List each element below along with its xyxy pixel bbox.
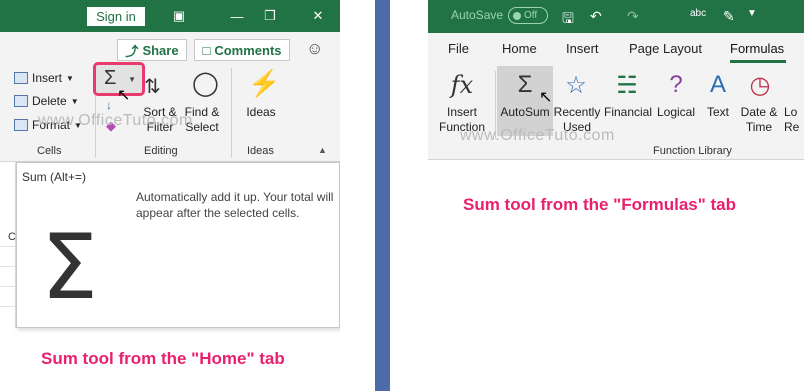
star-book-icon: ☆ <box>565 72 587 99</box>
comments-button[interactable]: □ Comments <box>194 39 290 61</box>
comment-icon: □ <box>202 42 211 58</box>
autosave-toggle[interactable]: Off <box>508 7 548 24</box>
share-label: Share <box>142 42 179 58</box>
question-book-icon: ? <box>669 71 683 98</box>
coins-icon: ☵ <box>616 72 638 99</box>
formulas-ribbon: fx Insert Function Σ ↖ AutoSum ☆ Recentl… <box>428 63 804 160</box>
clock-book-icon: ◷ <box>749 72 771 99</box>
worksheet-grid[interactable]: C <box>0 162 16 328</box>
grid-line <box>0 266 16 267</box>
autosum-label: AutoSum <box>500 105 550 119</box>
large-sigma-icon: Σ <box>41 215 98 320</box>
title-bar: AutoSave Off 🖫 ↶ ↷ abc ✎ ▼ <box>428 0 804 33</box>
date-time-button[interactable]: Date & Time <box>736 105 782 135</box>
save-icon[interactable]: 🖫 <box>562 8 574 32</box>
text-button[interactable]: Text <box>702 105 734 120</box>
magnifier-icon: ◯ <box>192 70 219 97</box>
tab-formulas[interactable]: Formulas <box>730 41 784 56</box>
chevron-down-icon[interactable]: ▼ <box>128 75 136 84</box>
mouse-cursor-icon: ↖ <box>117 87 131 104</box>
redo-icon[interactable]: ↷ <box>627 8 639 25</box>
share-button[interactable]: ⤴ Share <box>117 39 187 61</box>
grid-line <box>0 286 16 287</box>
feedback-smiley-icon[interactable]: ☺ <box>306 39 323 59</box>
undo-icon[interactable]: ↶ <box>590 8 602 25</box>
ideas-button[interactable]: Ideas <box>242 105 280 120</box>
toggle-knob <box>513 11 521 20</box>
grid-line <box>0 246 16 247</box>
sigma-icon: Σ <box>104 67 117 89</box>
column-header: C <box>8 231 16 243</box>
sign-in-button[interactable]: Sign in <box>87 7 145 26</box>
cells-group-label: Cells <box>37 145 62 157</box>
function-library-group-label: Function Library <box>653 145 732 157</box>
minimize-icon[interactable]: — <box>227 6 247 26</box>
comments-label: Comments <box>214 42 282 58</box>
home-tab-screenshot: Sign in ▣ — ❐ ✕ ⤴ Share □ Comments ☺ Ins… <box>0 0 340 391</box>
tooltip-title: Sum (Alt+=) <box>22 170 87 184</box>
home-ribbon: ⤴ Share □ Comments ☺ Insert ▼ Delete ▼ F… <box>0 32 340 162</box>
restore-icon[interactable]: ❐ <box>260 6 280 26</box>
watermark: www.OfficeTuto.com <box>460 127 615 144</box>
autosave-label: AutoSave <box>451 8 504 22</box>
sort-filter-icon: ⇅ <box>144 76 161 98</box>
chevron-down-icon: ▼ <box>66 73 74 83</box>
chevron-down-icon: ▼ <box>70 96 79 106</box>
sigma-icon: Σ <box>517 71 533 98</box>
mouse-cursor-icon: ↖ <box>539 89 553 106</box>
editing-group-label: Editing <box>144 145 178 157</box>
insert-cells-icon <box>14 72 28 84</box>
format-cells-icon <box>14 119 28 131</box>
tooltip-description: Automatically add it up. Your total will… <box>136 190 334 220</box>
delete-cells-button[interactable]: Delete ▼ <box>14 94 79 108</box>
financial-button[interactable]: Financial <box>601 105 655 120</box>
fill-icon[interactable]: ↓ <box>106 98 112 112</box>
fx-icon: fx <box>450 71 474 99</box>
home-tab-caption: Sum tool from the "Home" tab <box>41 349 285 368</box>
share-icon: ⤴ <box>125 43 139 59</box>
panel-divider <box>375 0 390 391</box>
formulas-tab-caption: Sum tool from the "Formulas" tab <box>463 195 737 214</box>
autosum-tooltip: Sum (Alt+=) Automatically add it up. You… <box>16 162 340 328</box>
watermark: www.OfficeTuto.com <box>38 112 193 129</box>
insert-cells-button[interactable]: Insert ▼ <box>14 71 74 85</box>
text-book-icon: A <box>709 71 726 98</box>
tab-file[interactable]: File <box>448 41 469 56</box>
collapse-ribbon-icon[interactable]: ▲ <box>318 145 327 155</box>
tab-page-layout[interactable]: Page Layout <box>629 41 702 56</box>
lookup-reference-button[interactable]: Lo Re <box>784 105 804 135</box>
spelling-icon[interactable]: abc <box>690 8 706 19</box>
ideas-group-label: Ideas <box>247 145 274 157</box>
title-bar: Sign in ▣ — ❐ ✕ <box>0 0 340 32</box>
close-icon[interactable]: ✕ <box>308 6 328 26</box>
format-painter-icon[interactable]: ✎ <box>723 8 735 25</box>
customize-qat-icon[interactable]: ▼ <box>747 8 757 19</box>
ideas-lightning-icon: ⚡ <box>248 68 281 98</box>
ribbon-tabs: File Home Insert Page Layout Formulas <box>428 33 804 63</box>
toggle-state: Off <box>524 10 538 21</box>
insert-label: Insert <box>32 71 63 85</box>
tab-home[interactable]: Home <box>502 41 537 56</box>
delete-label: Delete <box>32 94 67 108</box>
group-separator <box>231 68 232 158</box>
tab-insert[interactable]: Insert <box>566 41 599 56</box>
logical-button[interactable]: Logical <box>652 105 700 120</box>
grid-line <box>0 306 16 307</box>
delete-cells-icon <box>14 95 28 107</box>
ribbon-display-icon[interactable]: ▣ <box>169 6 189 26</box>
formulas-tab-screenshot: AutoSave Off 🖫 ↶ ↷ abc ✎ ▼ File Home Ins… <box>428 0 804 391</box>
